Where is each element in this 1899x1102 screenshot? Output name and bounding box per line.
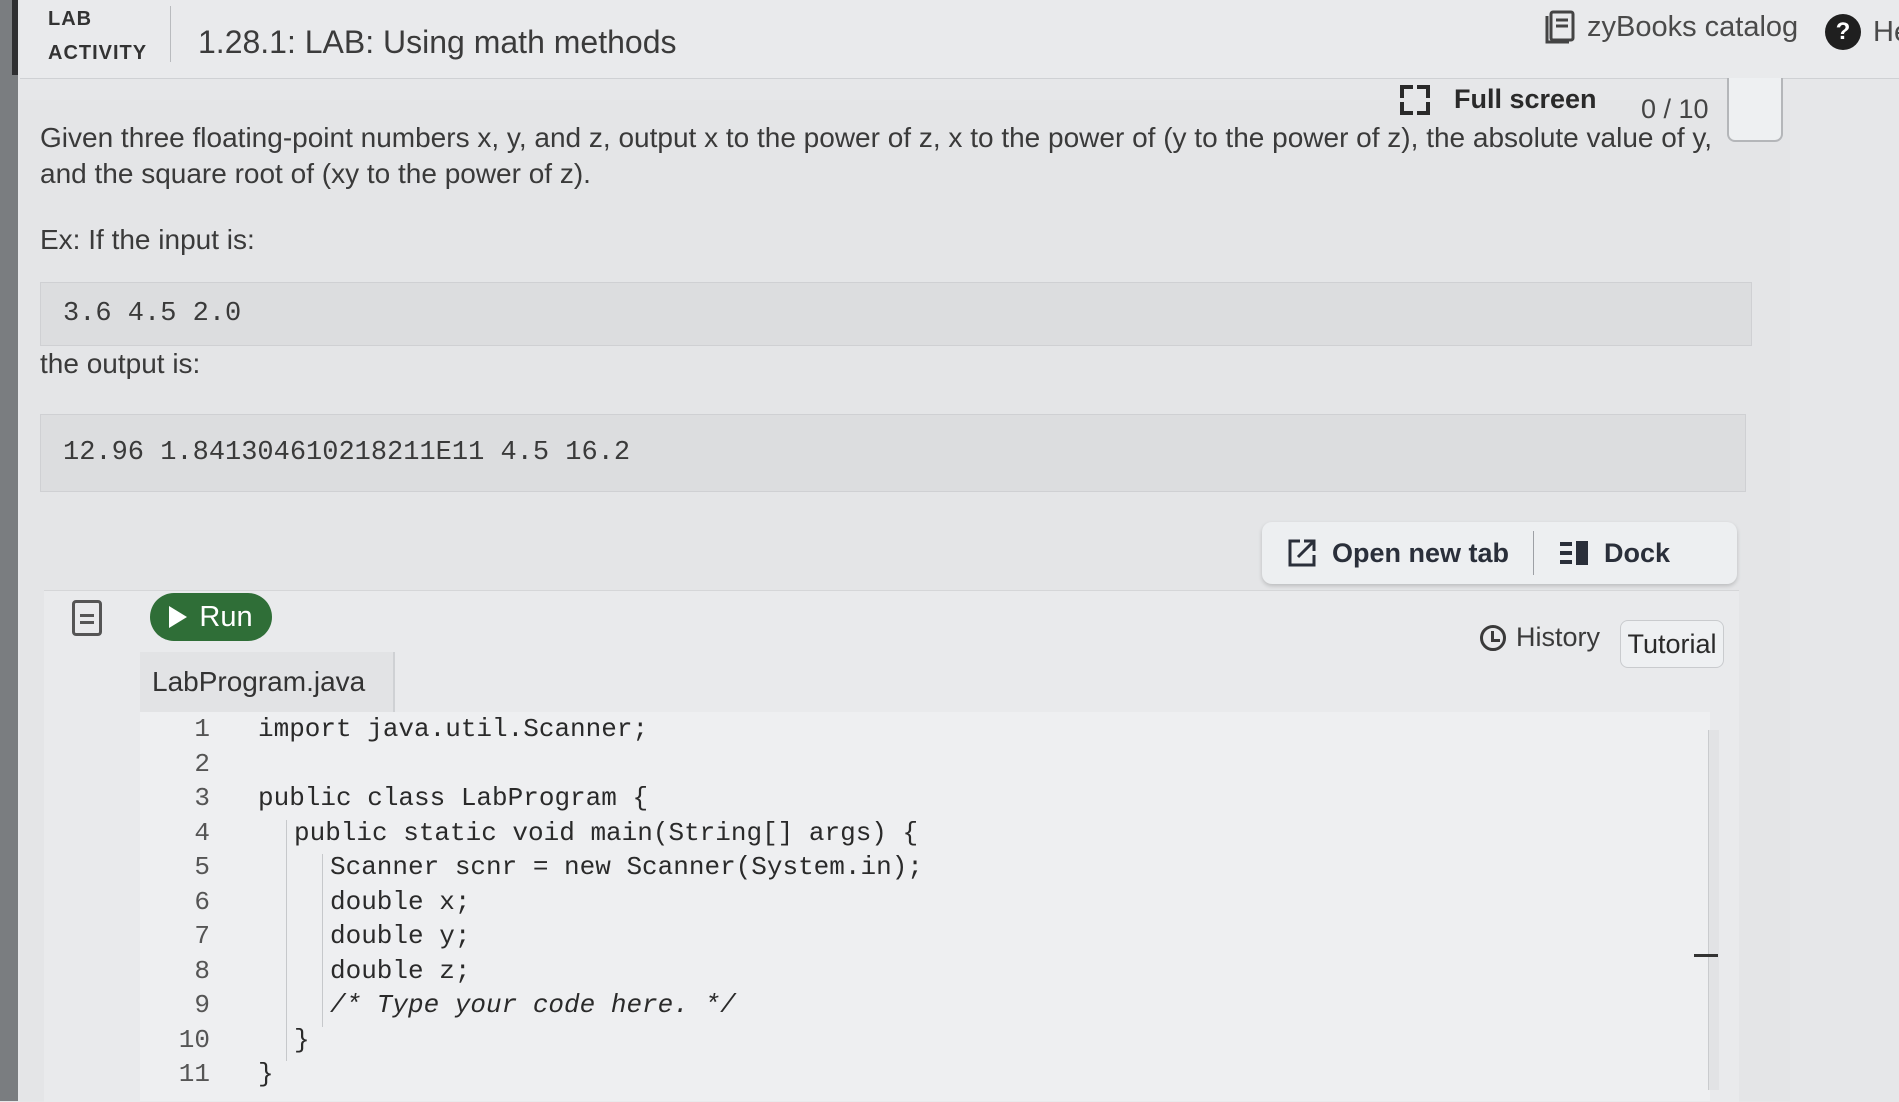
code-line[interactable]: 6 double x; (140, 885, 1710, 920)
example-output-label: the output is: (40, 348, 201, 379)
expand-icon (1400, 84, 1430, 115)
code-line[interactable]: 4 public static void main(String[] args) … (140, 816, 1710, 851)
open-new-tab-button[interactable]: Open new tab (1262, 522, 1533, 584)
indent-guide (322, 854, 323, 1027)
full-screen-button[interactable]: Full screen (1400, 84, 1597, 115)
left-sidebar-strip (0, 0, 18, 1101)
code-text: double z; (330, 955, 471, 986)
code-text: import java.util.Scanner; (258, 714, 649, 744)
question-circle-icon: ? (1825, 14, 1861, 50)
run-label: Run (199, 600, 253, 633)
lab-label-line1: LAB (48, 8, 93, 30)
indent-guide (286, 819, 287, 1061)
file-tab[interactable]: LabProgram.java (140, 652, 395, 712)
code-line[interactable]: 9 /* Type your code here. */ (140, 988, 1710, 1023)
example-output-box: 12.96 1.841304610218211E11 4.5 16.2 (40, 414, 1746, 492)
line-number: 7 (194, 921, 210, 951)
line-number: 11 (178, 1059, 210, 1089)
lab-label-line2: ACTIVITY (48, 42, 148, 64)
code-line[interactable]: 7 double y; (140, 919, 1710, 954)
zybooks-catalog-link[interactable]: zyBooks catalog (1545, 10, 1798, 44)
history-label: History (1516, 622, 1601, 652)
code-text: } (258, 1059, 274, 1089)
example-input-label: Ex: If the input is: (40, 224, 255, 255)
editor-scrollbar[interactable] (1708, 730, 1719, 1090)
history-button[interactable]: History (1480, 622, 1600, 653)
play-icon (169, 606, 188, 628)
line-number: 2 (194, 748, 210, 779)
catalog-label: zyBooks catalog (1587, 10, 1799, 43)
editor-window-controls: Open new tab Dock (1262, 522, 1737, 584)
code-text: double x; (330, 886, 471, 917)
book-icon (1545, 10, 1575, 44)
activity-title: 1.28.1: LAB: Using math methods (198, 24, 677, 60)
external-link-icon (1288, 539, 1316, 567)
code-line[interactable]: 11} (140, 1057, 1710, 1092)
scrollbar-marker (1694, 954, 1718, 957)
problem-description: Given three floating-point numbers x, y,… (40, 122, 1713, 189)
lab-activity-label: LAB ACTIVITY (48, 2, 147, 70)
code-line[interactable]: 2 (140, 747, 1710, 782)
history-clock-icon (1480, 624, 1506, 651)
full-screen-label: Full screen (1454, 84, 1597, 114)
tutorial-button[interactable]: Tutorial (1620, 620, 1724, 668)
code-line[interactable]: 8 double z; (140, 954, 1710, 989)
code-editor[interactable]: 1 import java.util.Scanner; 2 3 public class… (140, 712, 1710, 1101)
help-label: Help (1873, 15, 1899, 48)
code-text: public static void main(String[] args) { (294, 817, 919, 848)
code-line[interactable]: 1 import java.util.Scanner; (140, 712, 1710, 747)
line-number: 9 (194, 990, 210, 1020)
line-number: 1 (194, 714, 210, 744)
activity-header: LAB ACTIVITY 1.28.1: LAB: Using math met… (20, 0, 1899, 79)
document-icon[interactable] (72, 600, 102, 636)
code-line[interactable]: 3 public class LabProgram { (140, 781, 1710, 816)
code-text: double y; (330, 921, 471, 951)
run-button[interactable]: Run (150, 593, 272, 641)
code-text: public class LabProgram { (258, 783, 649, 813)
code-text: Scanner scnr = new Scanner(System.in); (330, 852, 923, 882)
line-number: 3 (194, 783, 210, 813)
line-number: 4 (194, 817, 210, 848)
header-divider (170, 6, 171, 62)
code-line[interactable]: 10} (140, 1023, 1710, 1058)
code-text: } (294, 1024, 310, 1055)
example-input-box: 3.6 4.5 2.0 (40, 282, 1752, 346)
code-text: /* Type your code here. */ (330, 990, 736, 1020)
code-line[interactable]: 5 Scanner scnr = new Scanner(System.in); (140, 850, 1710, 885)
line-number: 6 (194, 886, 210, 917)
open-new-tab-label: Open new tab (1332, 537, 1510, 568)
line-number: 5 (194, 852, 210, 882)
dock-button[interactable]: Dock (1534, 522, 1694, 584)
dock-icon (1560, 541, 1589, 565)
help-link[interactable]: ? Help (1825, 14, 1899, 50)
line-number: 10 (178, 1024, 210, 1055)
line-number: 8 (194, 955, 210, 986)
dock-label: Dock (1604, 537, 1671, 568)
